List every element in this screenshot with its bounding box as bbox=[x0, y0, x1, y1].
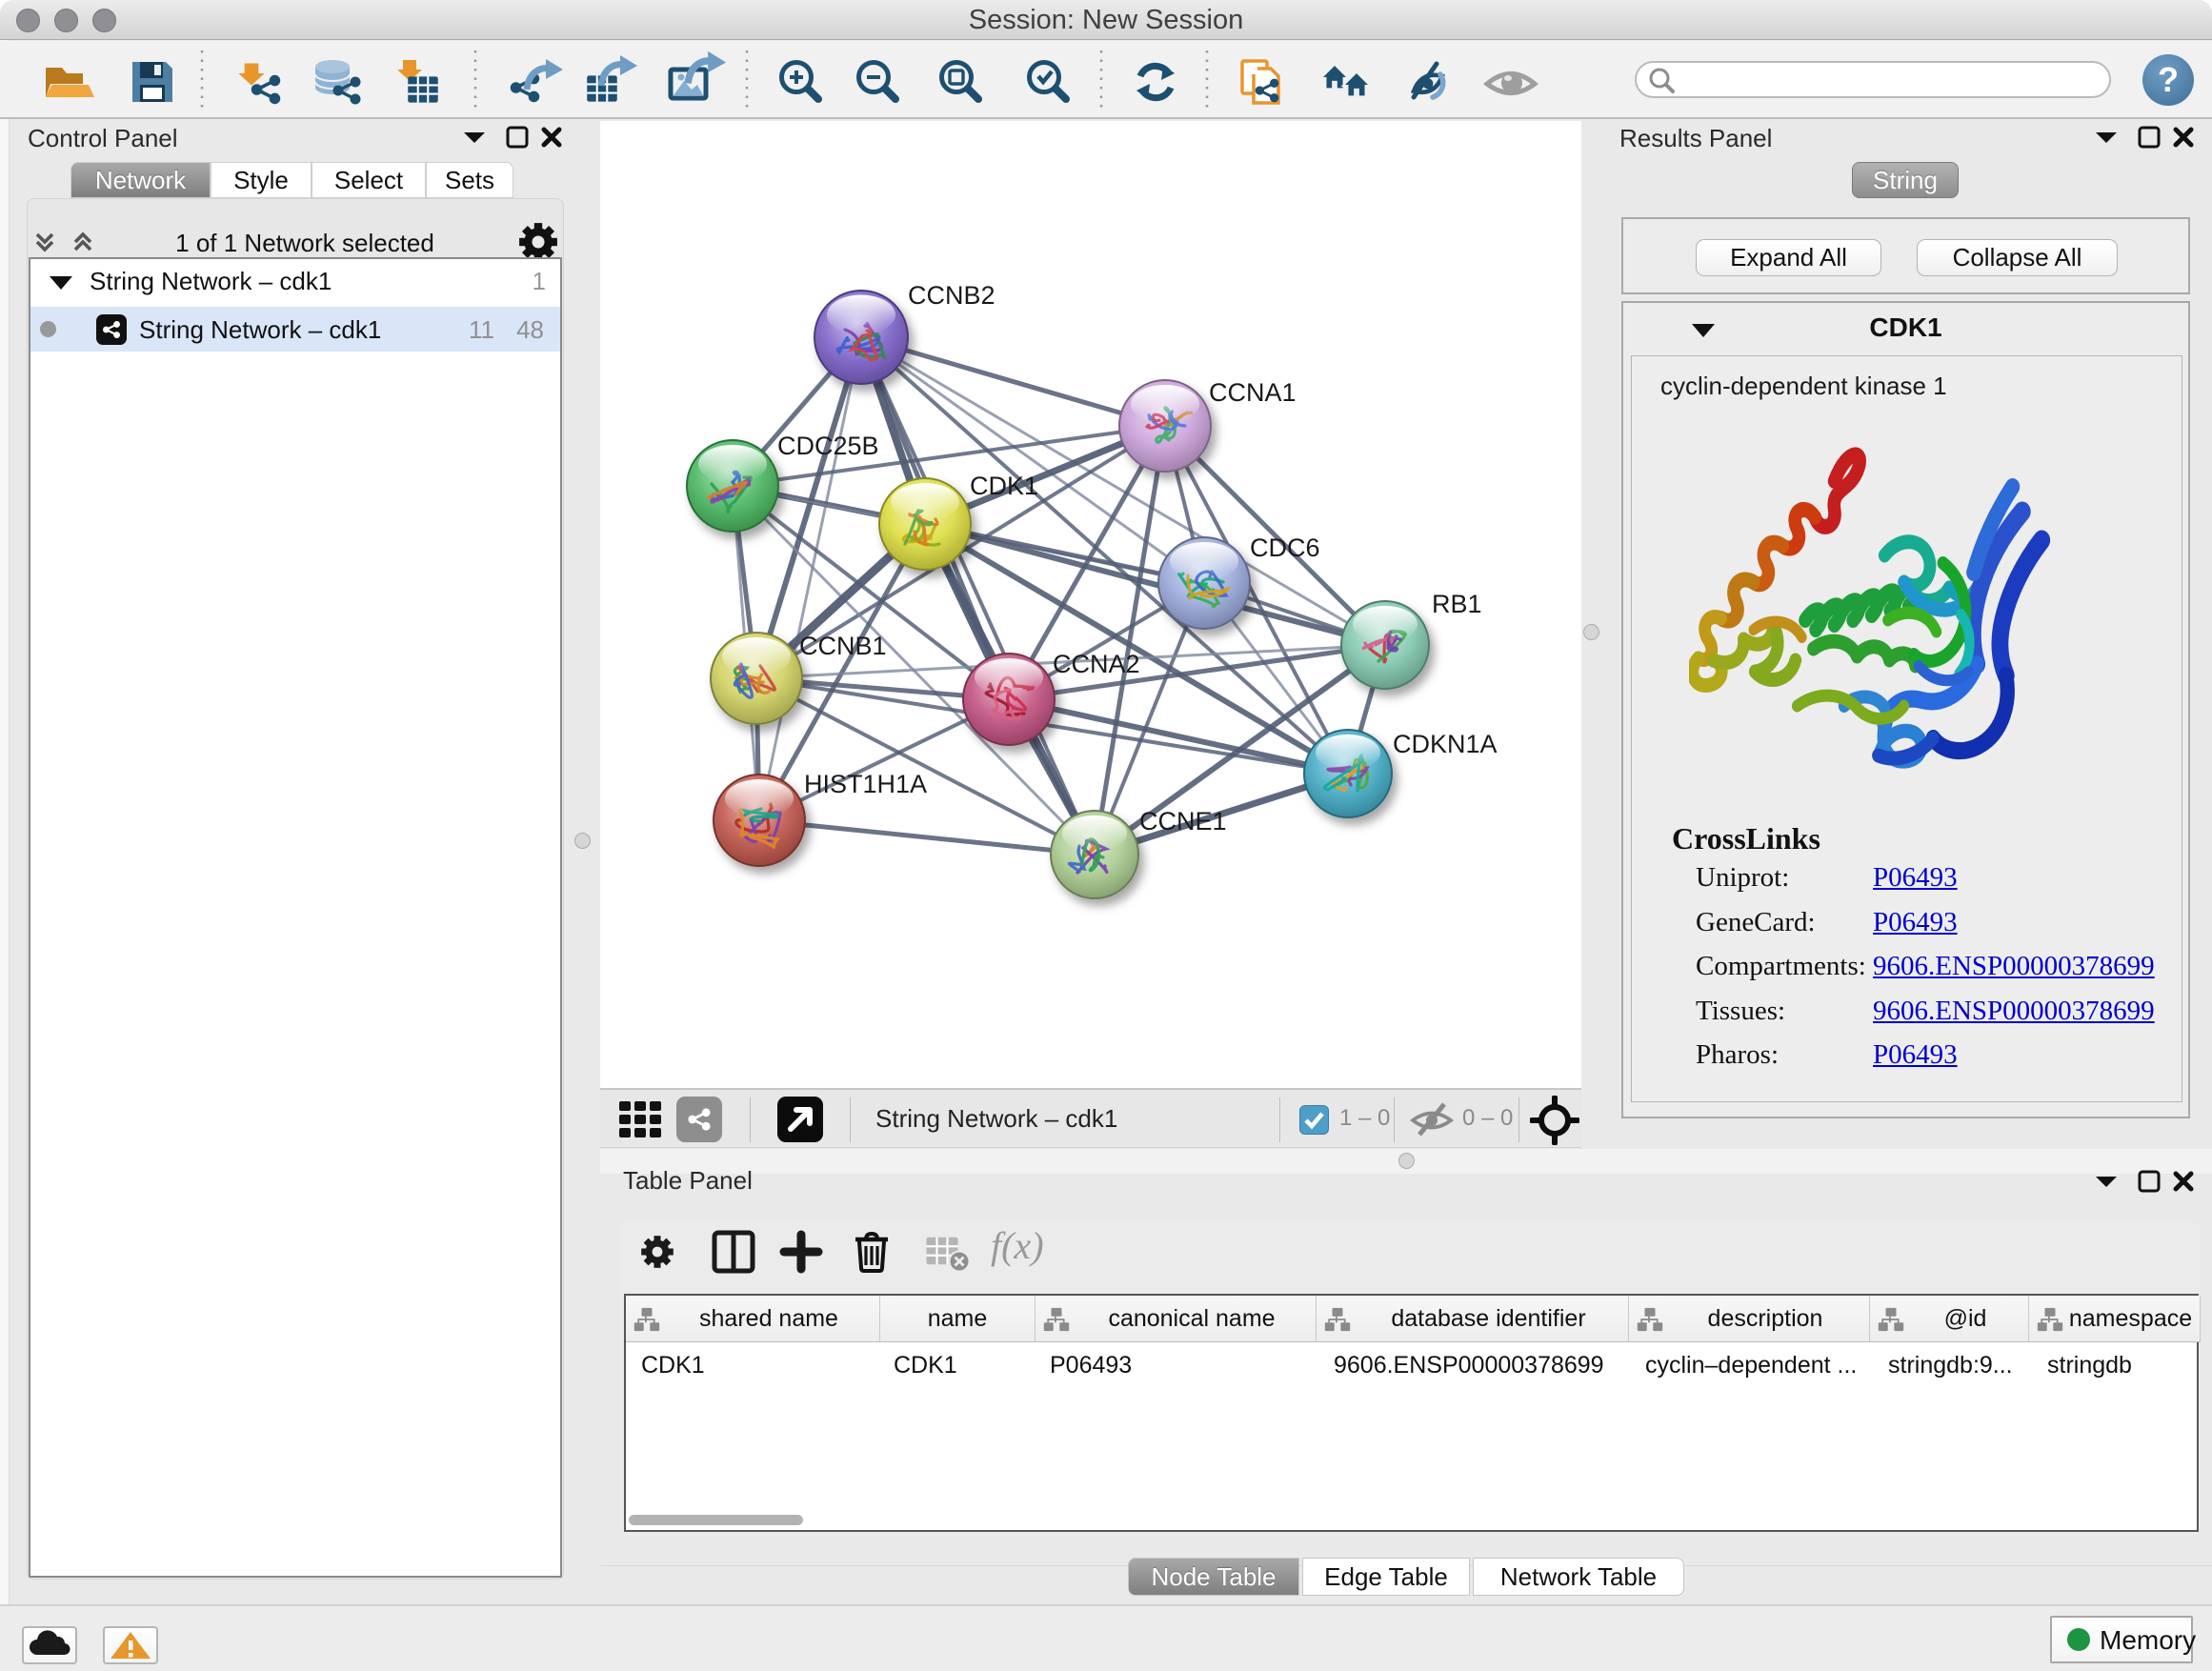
svg-text:CCNB1: CCNB1 bbox=[799, 632, 887, 660]
svg-text:CCNA1: CCNA1 bbox=[1209, 378, 1297, 407]
svg-text:CDC25B: CDC25B bbox=[777, 432, 879, 460]
svg-text:HIST1H1A: HIST1H1A bbox=[804, 770, 927, 798]
svg-text:CDKN1A: CDKN1A bbox=[1393, 730, 1498, 758]
svg-text:CDC6: CDC6 bbox=[1250, 534, 1320, 562]
svg-text:CDK1: CDK1 bbox=[970, 472, 1038, 500]
svg-text:CCNA2: CCNA2 bbox=[1053, 650, 1140, 678]
svg-text:CCNB2: CCNB2 bbox=[908, 281, 995, 310]
svg-text:CCNE1: CCNE1 bbox=[1139, 807, 1227, 836]
svg-text:RB1: RB1 bbox=[1432, 590, 1482, 618]
